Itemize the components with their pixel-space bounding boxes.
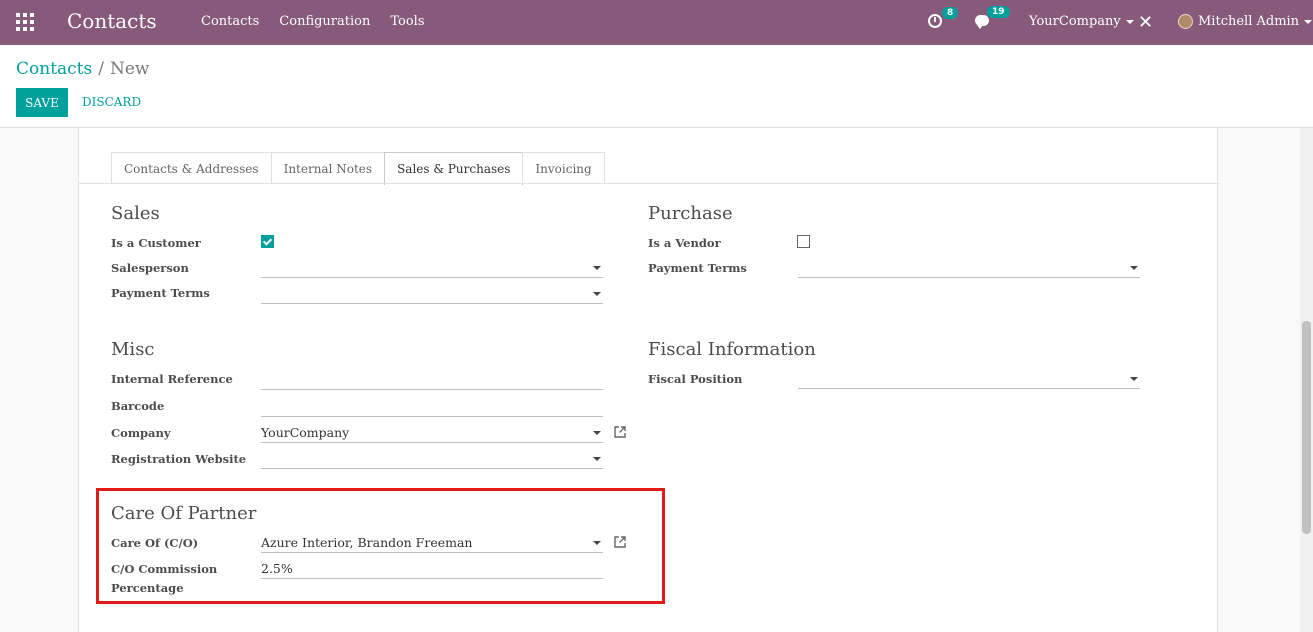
- tab-contacts-addresses[interactable]: Contacts & Addresses: [111, 152, 272, 184]
- tab-invoicing[interactable]: Invoicing: [522, 152, 605, 184]
- app-title: Contacts: [67, 9, 157, 33]
- chevron-down-icon: [1304, 19, 1313, 24]
- is-customer-checkbox[interactable]: [261, 235, 274, 248]
- highlight-box: [96, 488, 665, 604]
- registration-website-label: Registration Website: [111, 452, 247, 466]
- external-link-icon[interactable]: [614, 426, 626, 438]
- chevron-down-icon[interactable]: [1130, 377, 1138, 381]
- activity-clock-icon[interactable]: 8: [928, 7, 959, 28]
- is-vendor-label: Is a Vendor: [648, 236, 721, 250]
- fiscal-position-field[interactable]: [798, 369, 1140, 389]
- breadcrumb: Contacts / New: [16, 59, 149, 79]
- chevron-down-icon: [1125, 19, 1134, 24]
- purchase-payment-terms-field[interactable]: [798, 258, 1140, 278]
- breadcrumb-separator: /: [98, 59, 104, 79]
- purchase-group-title: Purchase: [648, 203, 733, 224]
- notebook-tabs: Contacts & Addresses Internal Notes Sale…: [111, 152, 605, 185]
- activity-count-badge: 8: [942, 7, 959, 19]
- registration-website-field[interactable]: [261, 449, 603, 469]
- tab-internal-notes[interactable]: Internal Notes: [270, 152, 386, 184]
- fiscal-position-label: Fiscal Position: [648, 372, 743, 386]
- user-name: Mitchell Admin: [1198, 14, 1300, 29]
- scrollbar-thumb[interactable]: [1302, 321, 1311, 534]
- breadcrumb-current: New: [109, 59, 150, 79]
- company-field[interactable]: YourCompany: [261, 423, 603, 443]
- sales-payment-terms-field[interactable]: [261, 284, 603, 304]
- message-count-badge: 19: [987, 6, 1010, 18]
- main-menu: Contacts Configuration Tools: [201, 14, 445, 29]
- salesperson-field[interactable]: [261, 258, 603, 278]
- company-label: Company: [111, 426, 171, 440]
- is-vendor-checkbox[interactable]: [797, 235, 810, 248]
- user-menu[interactable]: Mitchell Admin: [1178, 14, 1313, 29]
- sales-group-title: Sales: [111, 203, 160, 224]
- chevron-down-icon[interactable]: [593, 292, 601, 296]
- company-name: YourCompany: [1029, 14, 1121, 29]
- chevron-down-icon[interactable]: [593, 457, 601, 461]
- menu-contacts[interactable]: Contacts: [201, 14, 259, 29]
- tab-sales-purchases[interactable]: Sales & Purchases: [384, 152, 524, 185]
- messages-chat-icon[interactable]: 19: [975, 6, 1010, 29]
- debug-tools-icon[interactable]: ✕: [1138, 12, 1153, 33]
- internal-reference-label: Internal Reference: [111, 372, 233, 386]
- control-panel: Contacts / New SAVE DISCARD: [0, 45, 1313, 128]
- barcode-label: Barcode: [111, 399, 165, 413]
- purchase-payment-terms-label: Payment Terms: [648, 261, 747, 275]
- salesperson-label: Salesperson: [111, 261, 189, 275]
- menu-configuration[interactable]: Configuration: [279, 14, 370, 29]
- fiscal-group-title: Fiscal Information: [648, 339, 816, 360]
- chevron-down-icon[interactable]: [593, 266, 601, 270]
- is-customer-label: Is a Customer: [111, 236, 201, 250]
- save-button[interactable]: SAVE: [16, 88, 68, 117]
- company-switcher[interactable]: YourCompany: [1029, 14, 1134, 29]
- avatar: [1178, 14, 1193, 29]
- chevron-down-icon[interactable]: [1130, 266, 1138, 270]
- discard-button[interactable]: DISCARD: [82, 95, 141, 109]
- internal-reference-field[interactable]: [261, 370, 603, 390]
- sales-payment-terms-label: Payment Terms: [111, 286, 210, 300]
- company-value: YourCompany: [261, 425, 350, 440]
- top-navbar: Contacts Contacts Configuration Tools 8 …: [0, 0, 1313, 45]
- chevron-down-icon[interactable]: [593, 431, 601, 435]
- misc-group-title: Misc: [111, 339, 155, 360]
- menu-tools[interactable]: Tools: [390, 14, 424, 29]
- tab-divider: [79, 183, 1219, 184]
- scrollbar[interactable]: [1300, 128, 1313, 632]
- breadcrumb-contacts-link[interactable]: Contacts: [16, 59, 92, 79]
- app-grid-icon[interactable]: [16, 13, 34, 31]
- barcode-field[interactable]: [261, 397, 603, 417]
